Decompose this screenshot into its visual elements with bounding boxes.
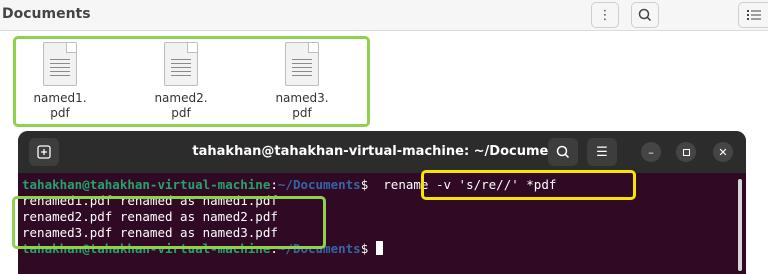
prompt-symbol: $ <box>360 241 369 256</box>
prompt-separator: : <box>270 177 278 192</box>
file-manager-header: Documents ⋮ <box>0 0 768 31</box>
file-name: named2. pdf <box>154 91 208 120</box>
hamburger-menu-icon: ☰ <box>596 144 608 160</box>
path-title[interactable]: Documents <box>2 6 91 22</box>
maximize-icon <box>682 148 690 156</box>
terminal-title: tahakhan@tahakhan-virtual-machine: ~/Doc… <box>192 144 572 159</box>
prompt-symbol: $ <box>360 177 369 192</box>
search-icon <box>556 145 570 159</box>
file-item-named2[interactable]: named2. pdf <box>133 42 229 121</box>
text-cursor <box>375 241 383 255</box>
terminal-menu-button[interactable]: ☰ <box>587 138 617 166</box>
pdf-document-icon <box>43 42 77 86</box>
terminal-scrollbar[interactable] <box>738 179 742 271</box>
list-view-icon <box>746 10 761 20</box>
command-highlight-box <box>421 170 636 200</box>
view-toggle-button[interactable] <box>738 2 768 28</box>
file-item-named3[interactable]: named3. pdf <box>254 42 350 121</box>
file-name: named1. pdf <box>33 91 87 120</box>
menu-button[interactable]: ⋮ <box>591 2 619 28</box>
search-button[interactable] <box>631 2 659 28</box>
terminal-search-button[interactable] <box>548 138 578 166</box>
minimize-button[interactable]: – <box>641 142 661 162</box>
search-icon <box>638 8 652 22</box>
maximize-button[interactable] <box>676 142 696 162</box>
prompt-user: tahakhan@tahakhan-virtual-machine <box>22 177 271 192</box>
close-icon: ✕ <box>718 145 728 159</box>
minimize-icon: – <box>648 145 654 159</box>
output-highlight-box <box>12 196 326 249</box>
kebab-menu-icon: ⋮ <box>598 7 612 23</box>
prompt-path: ~/Documents <box>277 177 361 192</box>
terminal-titlebar[interactable]: tahakhan@tahakhan-virtual-machine: ~/Doc… <box>18 131 746 173</box>
file-name: named3. pdf <box>275 91 329 120</box>
file-item-named1[interactable]: named1. pdf <box>12 42 108 121</box>
pdf-document-icon <box>285 42 319 86</box>
pdf-document-icon <box>164 42 198 86</box>
close-button[interactable]: ✕ <box>713 142 733 162</box>
